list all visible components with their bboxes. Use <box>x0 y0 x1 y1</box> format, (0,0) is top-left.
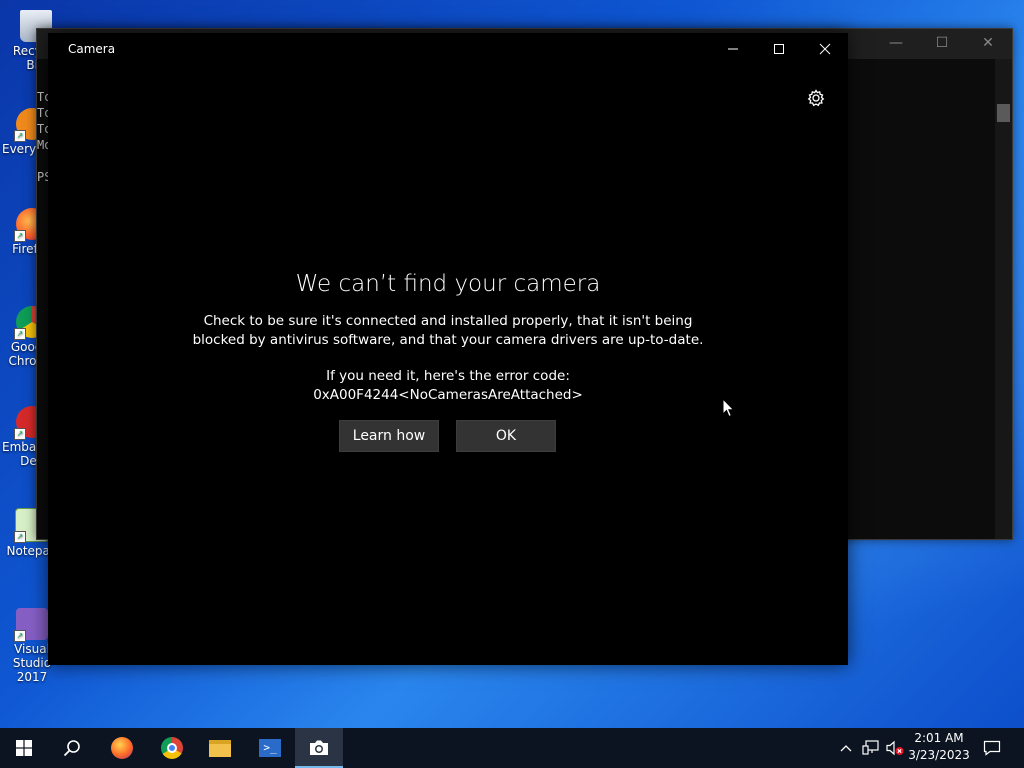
error-title: We can’t find your camera <box>295 271 601 297</box>
taskbar-file-explorer[interactable] <box>196 728 244 768</box>
shortcut-arrow-icon: ↗ <box>14 130 26 142</box>
learn-how-button[interactable]: Learn how <box>339 420 439 452</box>
start-button[interactable] <box>0 728 48 768</box>
search-icon <box>63 740 80 757</box>
shortcut-arrow-icon: ↗ <box>14 630 26 642</box>
taskbar-powershell[interactable]: >_ <box>246 728 294 768</box>
console-scroll-thumb[interactable] <box>997 104 1010 122</box>
maximize-button[interactable] <box>756 33 802 65</box>
gear-icon <box>807 89 825 107</box>
taskbar-camera[interactable] <box>295 728 343 768</box>
powershell-icon: >_ <box>259 739 281 757</box>
console-close-button[interactable]: ✕ <box>965 29 1011 59</box>
action-center-button[interactable] <box>978 728 1006 768</box>
close-icon <box>819 43 831 55</box>
shortcut-arrow-icon: ↗ <box>14 328 26 340</box>
clock-date: 3/23/2023 <box>908 748 970 762</box>
chrome-icon <box>161 737 183 759</box>
network-icon <box>862 740 879 755</box>
network-status[interactable] <box>860 728 882 768</box>
chevron-up-icon <box>840 745 852 752</box>
window-title: Camera <box>68 42 116 56</box>
mouse-cursor-icon <box>722 398 735 418</box>
desktop: Recycle Bin ↗ Everything ↗ Firefox ↗ Goo… <box>0 0 1024 728</box>
console-minimize-button[interactable]: — <box>873 29 919 59</box>
clock[interactable]: 2:01 AM 3/23/2023 <box>896 730 982 764</box>
camera-window[interactable]: Camera We can’t find your camera Check t… <box>48 33 848 665</box>
minimize-icon <box>728 48 738 50</box>
close-button[interactable] <box>802 33 848 65</box>
notification-icon <box>983 740 1001 756</box>
taskbar-firefox[interactable] <box>98 728 146 768</box>
visual-studio-icon: ↗ <box>14 608 48 642</box>
error-message: Check to be sure it's connected and inst… <box>192 313 704 348</box>
console-scrollbar[interactable] <box>995 59 1012 539</box>
windows-logo-icon <box>16 740 32 756</box>
shortcut-arrow-icon: ↗ <box>14 428 26 440</box>
firefox-icon <box>111 737 133 759</box>
taskbar: >_ 2:01 AM 3/23/2023 <box>0 728 1024 768</box>
taskbar-chrome[interactable] <box>148 728 196 768</box>
tray-overflow-button[interactable] <box>836 728 856 768</box>
minimize-button[interactable] <box>710 33 756 65</box>
file-explorer-icon <box>209 739 231 757</box>
ok-button[interactable]: OK <box>456 420 556 452</box>
search-button[interactable] <box>48 728 96 768</box>
error-code-label: If you need it, here's the error code: <box>326 368 570 384</box>
console-maximize-button[interactable]: ☐ <box>919 29 965 59</box>
settings-button[interactable] <box>806 88 826 108</box>
desktop-icon-label: Visual Studio 2017 <box>12 642 52 684</box>
shortcut-arrow-icon: ↗ <box>14 531 26 543</box>
maximize-icon <box>774 44 784 54</box>
camera-icon <box>310 740 328 755</box>
shortcut-arrow-icon: ↗ <box>14 230 26 242</box>
clock-time: 2:01 AM <box>914 731 964 745</box>
